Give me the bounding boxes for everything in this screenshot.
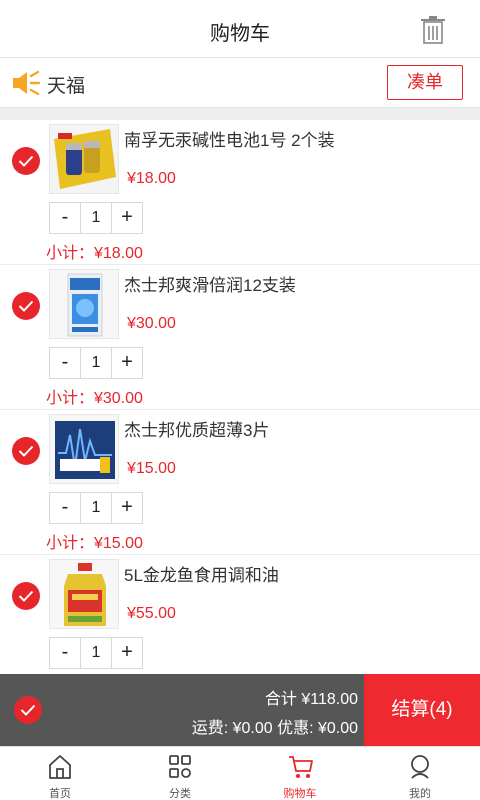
item-subtotal: 小计：¥15.00 (46, 535, 143, 552)
product-price: ¥55.00 (127, 605, 176, 622)
trash-icon[interactable] (420, 16, 446, 44)
decrease-button[interactable]: - (50, 348, 80, 378)
quantity-stepper: - 1 + (49, 492, 143, 524)
cart-icon (289, 756, 313, 778)
user-icon (411, 755, 429, 779)
increase-button[interactable]: + (112, 493, 142, 523)
item-check-icon[interactable] (12, 147, 40, 175)
product-price: ¥15.00 (127, 460, 176, 477)
item-subtotal: 小计：¥30.00 (46, 390, 143, 407)
item-subtotal: 小计：¥18.00 (46, 245, 143, 262)
item-check-icon[interactable] (12, 582, 40, 610)
category-icon (169, 755, 191, 778)
checkout-bar: 合计 ¥118.00 运费: ¥0.00 优惠: ¥0.00 结算(4) (0, 674, 480, 746)
tab-label: 我的 (409, 788, 431, 800)
quantity-value[interactable]: 1 (80, 348, 112, 378)
speaker-icon (13, 70, 41, 96)
item-check-icon[interactable] (12, 292, 40, 320)
increase-button[interactable]: + (112, 348, 142, 378)
tab-home[interactable]: 首页 (0, 747, 120, 800)
shop-name: 天福 (47, 76, 86, 97)
product-image-condom-box[interactable] (49, 269, 119, 339)
quantity-value[interactable]: 1 (80, 203, 112, 233)
decrease-button[interactable]: - (50, 493, 80, 523)
tab-label: 购物车 (283, 788, 317, 800)
item-check-icon[interactable] (12, 437, 40, 465)
product-image-jissbon-box[interactable] (49, 414, 119, 484)
product-name[interactable]: 5L金龙鱼食用调和油 (124, 561, 279, 586)
combine-order-button[interactable]: 凑单 (387, 65, 463, 100)
product-image-oil-bottle[interactable] (49, 559, 119, 629)
product-price: ¥30.00 (127, 315, 176, 332)
tab-cart[interactable]: 购物车 (240, 747, 360, 800)
cart-list[interactable]: 南孚无汞碱性电池1号 2个装 ¥18.00 - 1 + 小计：¥18.00 杰士… (0, 120, 480, 674)
product-price: ¥18.00 (127, 170, 176, 187)
quantity-value[interactable]: 1 (80, 493, 112, 523)
top-bar: 购物车 (0, 0, 480, 58)
select-all-check-icon[interactable] (14, 696, 42, 724)
quantity-value[interactable]: 1 (80, 638, 112, 668)
cart-item: 南孚无汞碱性电池1号 2个装 ¥18.00 - 1 + 小计：¥18.00 (0, 120, 480, 265)
shipping-discount: 运费: ¥0.00 优惠: ¥0.00 (191, 720, 358, 737)
product-image-battery[interactable] (49, 124, 119, 194)
tab-mine[interactable]: 我的 (360, 747, 480, 800)
decrease-button[interactable]: - (50, 638, 80, 668)
tab-label: 首页 (49, 788, 71, 800)
shop-bar: 天福 凑单 (0, 58, 480, 108)
bottom-tab-bar: 首页 分类 购物车 我的 (0, 746, 480, 800)
cart-item: 杰士邦优质超薄3片 ¥15.00 - 1 + 小计：¥15.00 (0, 410, 480, 555)
quantity-stepper: - 1 + (49, 202, 143, 234)
cart-total: 合计 ¥118.00 (264, 691, 358, 708)
page-title: 购物车 (210, 23, 270, 45)
settle-button[interactable]: 结算(4) (364, 674, 480, 746)
tab-category[interactable]: 分类 (120, 747, 240, 800)
increase-button[interactable]: + (112, 638, 142, 668)
product-name[interactable]: 杰士邦优质超薄3片 (124, 416, 269, 441)
tab-label: 分类 (169, 788, 191, 800)
cart-item: 5L金龙鱼食用调和油 ¥55.00 - 1 + (0, 555, 480, 674)
quantity-stepper: - 1 + (49, 637, 143, 669)
decrease-button[interactable]: - (50, 203, 80, 233)
quantity-stepper: - 1 + (49, 347, 143, 379)
cart-item: 杰士邦爽滑倍润12支装 ¥30.00 - 1 + 小计：¥30.00 (0, 265, 480, 410)
home-icon (49, 755, 71, 779)
increase-button[interactable]: + (112, 203, 142, 233)
product-name[interactable]: 杰士邦爽滑倍润12支装 (124, 271, 296, 296)
product-name[interactable]: 南孚无汞碱性电池1号 2个装 (124, 126, 335, 151)
section-divider (0, 108, 480, 120)
